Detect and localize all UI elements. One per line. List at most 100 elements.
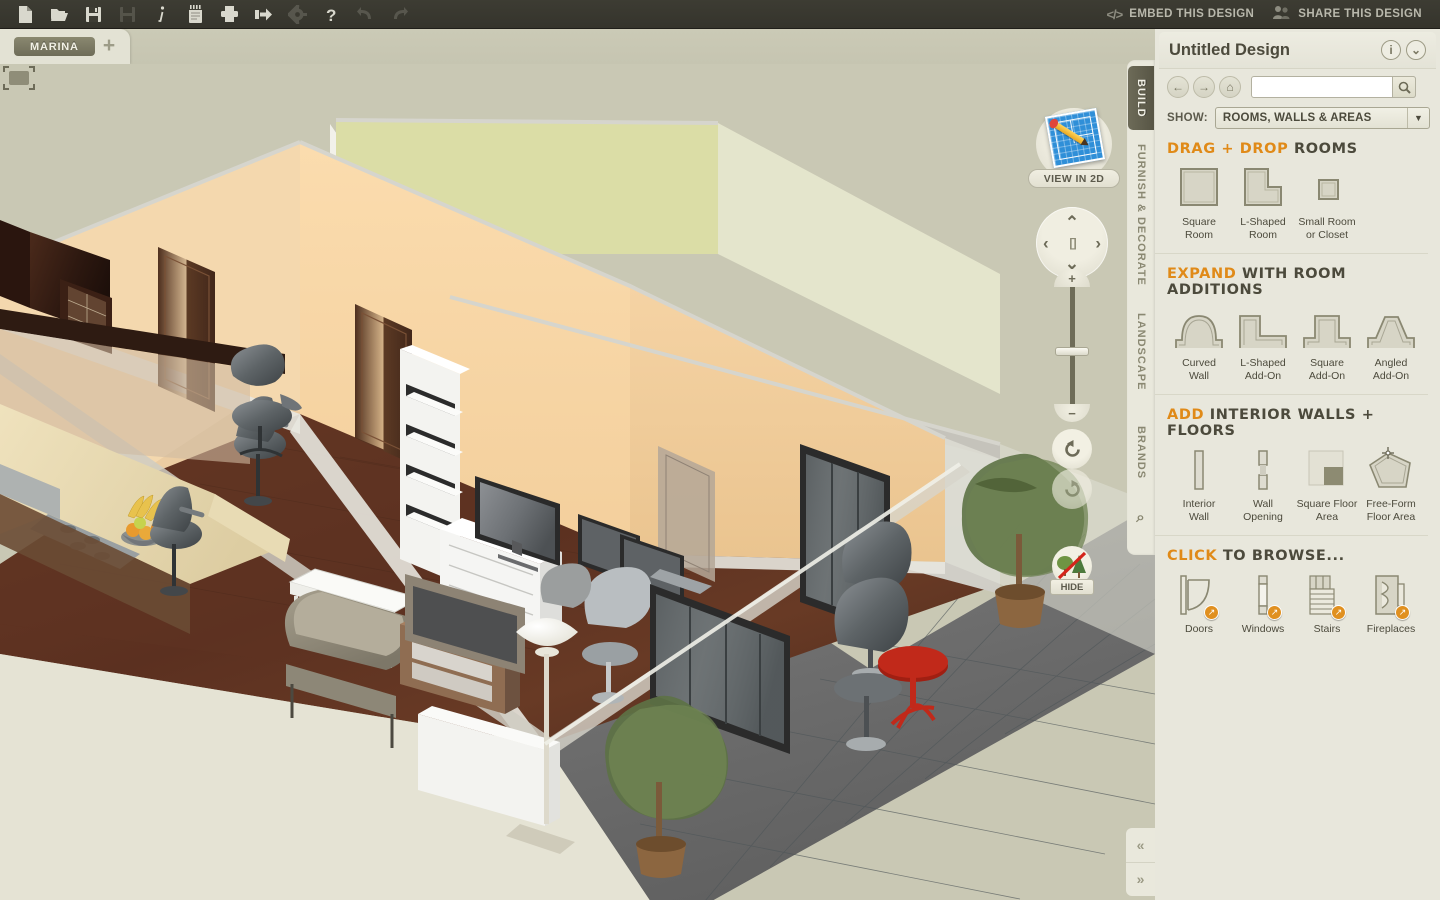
rotate-clockwise-button[interactable] [1052,469,1092,509]
nav-home-button[interactable]: ⌂ [1219,76,1241,98]
save-icon[interactable] [76,0,110,28]
view-in-2d-button[interactable]: VIEW IN 2D [1028,107,1120,188]
item-row: Interior Wall Wall Opening Square Floor … [1167,447,1440,524]
tool-caption: Doors [1184,623,1213,635]
small-room-icon [1304,165,1350,211]
notes-icon[interactable] [178,0,212,28]
top-toolbar: ? </> EMBED THIS DESIGN SHARE THIS DESIG… [0,0,1440,29]
nav-back-button[interactable]: ← [1167,76,1189,98]
heading-highlight: EXPAND [1167,266,1237,282]
wall-opening-icon [1240,447,1286,493]
section-click-to-browse: CLICK TO BROWSE... ↗ Doors ↗ Windows ↗ S… [1155,536,1440,636]
angled-addon-icon [1364,306,1418,352]
pan-right-arrow[interactable]: › [1095,235,1101,252]
view-controls: VIEW IN 2D [1028,107,1120,188]
tool-caption: Small Room or Closet [1298,216,1356,241]
help-icon[interactable]: ? [314,0,348,28]
design-info-icon[interactable]: i [1381,40,1401,60]
item-row: ↗ Doors ↗ Windows ↗ Stairs ↗ Fireplaces [1167,572,1440,636]
section-heading: DRAG + DROP ROOMS [1167,141,1440,157]
embed-label: EMBED THIS DESIGN [1129,8,1255,20]
collapse-next-button[interactable]: » [1126,861,1155,897]
sidebar-tab-brands[interactable]: BRANDS [1128,416,1154,490]
tool-fireplaces[interactable]: ↗ Fireplaces [1359,572,1423,636]
dropdown-caret-icon[interactable]: ▼ [1407,108,1429,128]
settings-gear-icon[interactable] [280,0,314,28]
tool-caption: Angled Add-On [1372,357,1410,382]
browse-badge-icon[interactable]: ↗ [1204,605,1219,620]
people-share-icon [1272,5,1291,23]
tool-caption: Fireplaces [1366,623,1416,635]
tool-caption: L-Shaped Room [1240,216,1286,241]
tool-caption: Interior Wall [1182,498,1216,523]
search-icon [1398,81,1411,94]
search-input[interactable] [1252,77,1392,97]
undo-icon[interactable] [348,0,382,28]
project-tab-marina[interactable]: MARINA [14,37,95,56]
tool-wall-opening[interactable]: Wall Opening [1231,447,1295,524]
show-filter-row: SHOW: ROOMS, WALLS & AREAS ▼ [1155,98,1440,129]
square-floor-area-icon [1304,447,1350,493]
panel-collapse-controls: « » [1126,828,1155,896]
zoom-slider-track[interactable] [1070,283,1075,408]
panel-header: Untitled Design i ⌄ [1159,32,1436,68]
tool-windows[interactable]: ↗ Windows [1231,572,1295,636]
chevron-down-icon[interactable]: ⌄ [1406,40,1426,60]
share-this-design-button[interactable]: SHARE THIS DESIGN [1266,5,1428,23]
section-heading: CLICK TO BROWSE... [1167,548,1440,564]
tool-caption: Square Room [1182,216,1216,241]
tool-curved-wall[interactable]: Curved Wall [1167,306,1231,383]
tool-square-floor-area[interactable]: Square Floor Area [1295,447,1359,524]
design-canvas-3d[interactable]: VIEW IN 2D ⌃ ⌄ ‹ › [ ] + − HIDE [0,64,1155,900]
door-icon: ↗ [1175,572,1223,620]
pan-center-button[interactable]: [ ] [1069,237,1076,249]
sidebar-search-icon[interactable]: ⌕ [1128,500,1154,534]
heading-rest: TO BROWSE... [1222,548,1345,564]
hide-label[interactable]: HIDE [1050,579,1094,595]
browse-badge-icon[interactable]: ↗ [1395,605,1410,620]
tool-caption: Windows [1241,623,1285,635]
search-field-wrapper [1251,76,1416,98]
open-folder-icon[interactable] [42,0,76,28]
search-button[interactable] [1392,76,1416,98]
sidebar-tab-landscape[interactable]: LANDSCAPE [1128,298,1154,406]
tool-angled-add-on[interactable]: Angled Add-On [1359,306,1423,383]
tool-interior-wall[interactable]: Interior Wall [1167,447,1231,524]
browse-badge-icon[interactable]: ↗ [1331,605,1346,620]
browse-badge-icon[interactable]: ↗ [1267,605,1282,620]
code-brackets-icon: </> [1106,6,1123,22]
design-title: Untitled Design [1169,40,1291,59]
tool-l-shaped-add-on[interactable]: L-Shaped Add-On [1231,306,1295,383]
save-as-icon[interactable] [110,0,144,28]
rotate-counterclockwise-button[interactable] [1052,429,1092,469]
sidebar-tab-furnish-decorate[interactable]: FURNISH & DECORATE [1128,140,1154,290]
sidebar-tab-build[interactable]: BUILD [1128,66,1154,130]
heading-rest: ROOMS [1293,141,1358,157]
show-select-dropdown[interactable]: ROOMS, WALLS & AREAS ▼ [1214,107,1430,129]
add-tab-button[interactable]: + [99,35,119,56]
section-drag-drop-rooms: DRAG + DROP ROOMS Square Room L-Shaped R… [1155,129,1440,242]
show-label: SHOW: [1167,112,1208,124]
tool-stairs[interactable]: ↗ Stairs [1295,572,1359,636]
embed-this-design-button[interactable]: </> EMBED THIS DESIGN [1100,7,1260,22]
export-icon[interactable] [246,0,280,28]
view-in-2d-label[interactable]: VIEW IN 2D [1028,169,1120,188]
rotate-cw-icon [1064,479,1080,497]
tool-doors[interactable]: ↗ Doors [1167,572,1231,636]
pan-left-arrow[interactable]: ‹ [1043,235,1049,252]
tool-square-room[interactable]: Square Room [1167,165,1231,242]
zoom-slider-thumb[interactable] [1055,347,1089,356]
pan-up-arrow[interactable]: ⌃ [1065,214,1079,231]
print-icon[interactable] [212,0,246,28]
tool-small-room-or-closet[interactable]: Small Room or Closet [1295,165,1359,242]
collapse-prev-button[interactable]: « [1126,828,1155,862]
info-icon[interactable] [144,0,178,28]
tool-square-add-on[interactable]: Square Add-On [1295,306,1359,383]
new-document-icon[interactable] [8,0,42,28]
tool-l-shaped-room[interactable]: L-Shaped Room [1231,165,1295,242]
nav-forward-button[interactable]: → [1193,76,1215,98]
tool-free-form-floor-area[interactable]: Free-Form Floor Area [1359,447,1423,524]
redo-icon[interactable] [382,0,416,28]
l-shaped-room-icon [1240,165,1286,211]
zoom-slider[interactable]: + − [1054,269,1090,422]
